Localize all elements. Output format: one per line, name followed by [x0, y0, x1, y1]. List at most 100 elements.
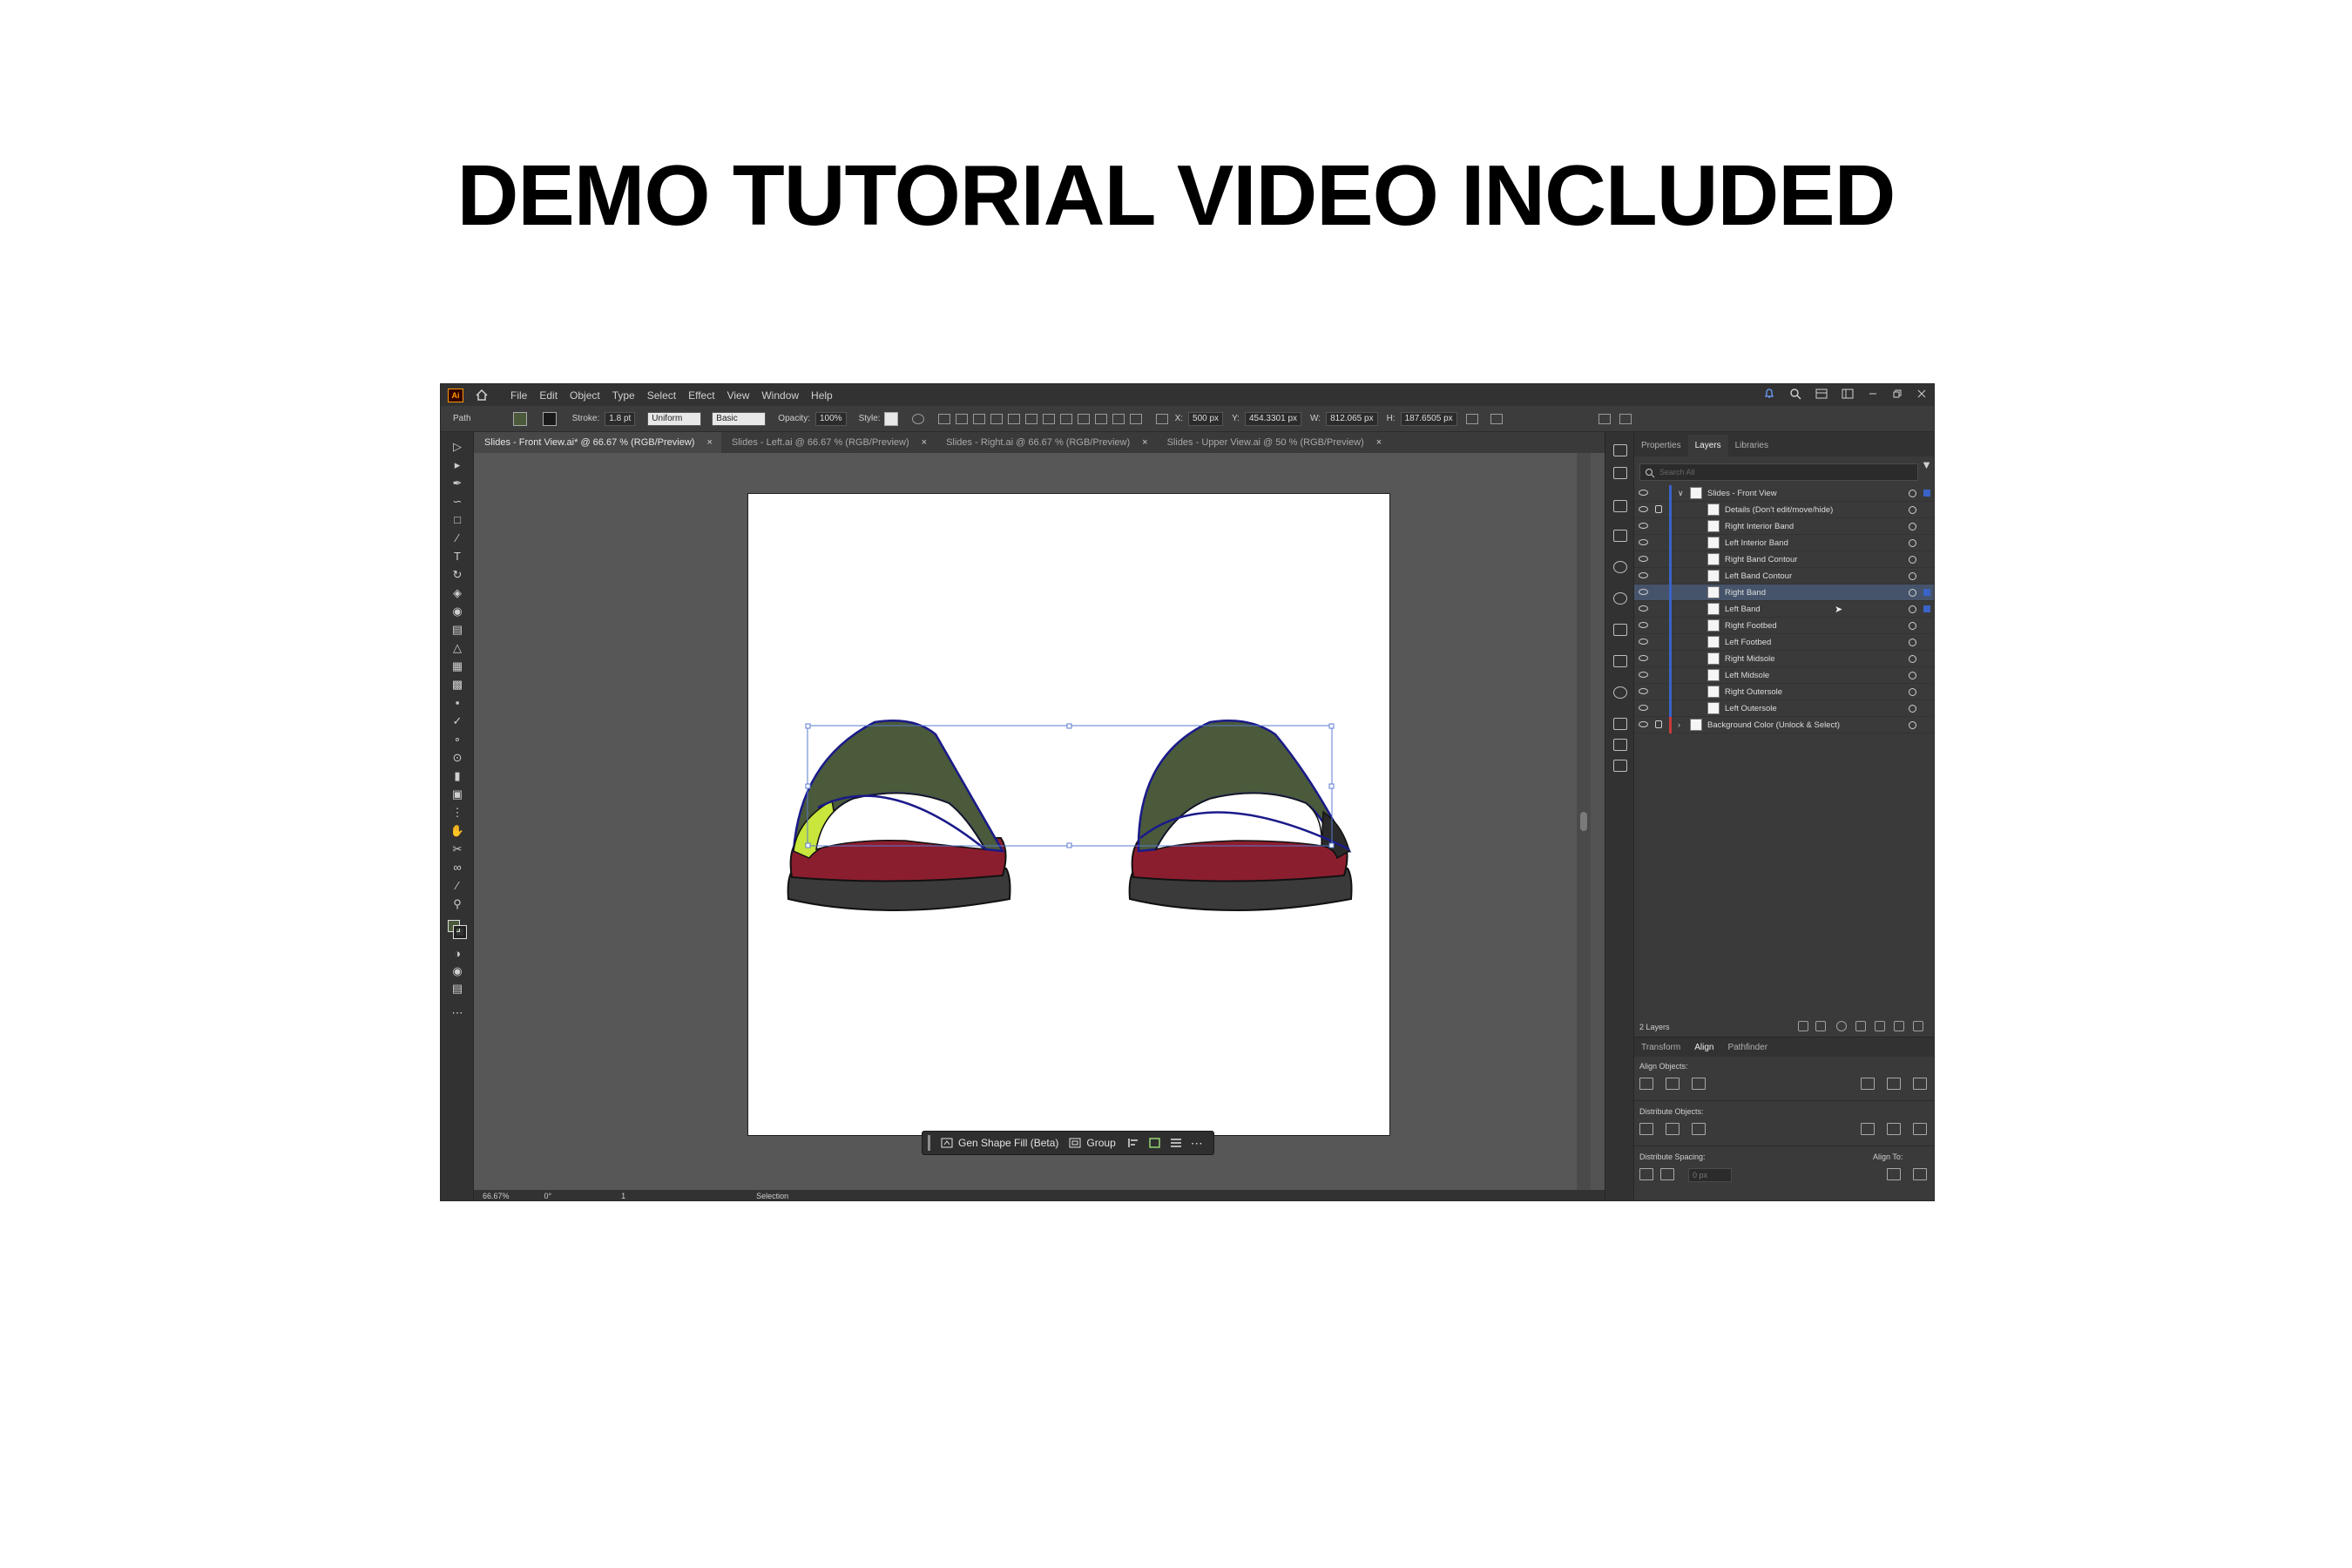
tab-right[interactable]: Slides - Right.ai @ 66.67 % (RGB/Preview… — [936, 432, 1157, 453]
new-layer-icon[interactable] — [1894, 1021, 1904, 1031]
layer-row[interactable]: Right Interior Band — [1634, 518, 1934, 535]
lock-icon[interactable] — [1655, 505, 1662, 513]
menu-select[interactable]: Select — [647, 389, 676, 402]
type-tool-icon[interactable]: T — [449, 551, 465, 563]
stroke-weight-input[interactable]: 1.8 pt — [605, 411, 636, 426]
tab-libraries[interactable]: Libraries — [1728, 441, 1775, 456]
mesh-tool-icon[interactable]: ▩ — [449, 679, 465, 691]
spacing-input[interactable]: 0 px — [1688, 1168, 1732, 1182]
layer-row[interactable]: Right Midsole — [1634, 651, 1934, 667]
isolate-group-icon[interactable] — [1490, 413, 1503, 424]
arrange-icon[interactable] — [1598, 413, 1611, 424]
tab-pathfinder[interactable]: Pathfinder — [1720, 1043, 1774, 1052]
shape-builder-tool-icon[interactable]: △ — [449, 642, 465, 654]
selected-art-indicator[interactable] — [1923, 490, 1930, 497]
target-icon[interactable] — [1909, 721, 1916, 729]
knife-tool-icon[interactable]: ⁄ — [449, 880, 465, 892]
slides-artwork[interactable] — [748, 494, 1391, 1137]
links-panel-icon[interactable] — [1613, 718, 1627, 730]
filter-icon[interactable]: ▼ — [1921, 458, 1932, 471]
layer-row[interactable]: Left Band Contour — [1634, 568, 1934, 585]
paragraph-panel-icon[interactable] — [1613, 655, 1627, 667]
close-tab-icon[interactable]: × — [1376, 437, 1382, 448]
canvas-area[interactable]: Gen Shape Fill (Beta) Group ⋯ — [474, 453, 1591, 1190]
zoom-level[interactable]: 66.67% — [483, 1192, 510, 1200]
tab-properties[interactable]: Properties — [1634, 441, 1688, 456]
visibility-eye-icon[interactable] — [1639, 721, 1648, 727]
trash-icon[interactable] — [1913, 1021, 1923, 1031]
opentype-panel-icon[interactable] — [1613, 686, 1627, 699]
layer-row[interactable]: Left Interior Band — [1634, 535, 1934, 551]
layer-row[interactable]: Left Outersole — [1634, 700, 1934, 717]
lasso-tool-icon[interactable]: ∞ — [449, 862, 465, 874]
align-top-icon[interactable] — [990, 413, 1003, 424]
edit-toolbar-icon[interactable]: ⋯ — [449, 1007, 465, 1019]
visibility-eye-icon[interactable] — [1639, 539, 1648, 545]
target-icon[interactable] — [1909, 506, 1916, 514]
close-tab-icon[interactable]: × — [922, 437, 927, 448]
restore-icon[interactable] — [1892, 389, 1903, 399]
vertical-distribute-top-icon[interactable] — [1639, 1123, 1653, 1135]
visibility-eye-icon[interactable] — [1639, 506, 1648, 512]
transform-options-icon[interactable] — [1465, 413, 1478, 424]
w-input[interactable]: 812.065 px — [1326, 411, 1378, 426]
align-bottom-icon[interactable] — [1024, 413, 1037, 424]
target-icon[interactable] — [1909, 490, 1916, 497]
left-slide[interactable] — [787, 720, 1011, 912]
workspace-icon[interactable] — [1842, 389, 1854, 399]
stroke-swatch[interactable] — [542, 411, 557, 426]
warp-tool-icon[interactable]: ◉ — [449, 605, 465, 618]
visibility-eye-icon[interactable] — [1639, 605, 1648, 612]
tab-layers[interactable]: Layers — [1687, 435, 1728, 456]
menu-window[interactable]: Window — [761, 389, 799, 402]
menu-view[interactable]: View — [727, 389, 750, 402]
stroke-label[interactable]: Stroke: — [572, 414, 600, 423]
artboard[interactable] — [747, 493, 1390, 1136]
layer-row[interactable]: Left Midsole — [1634, 667, 1934, 684]
symbols-panel-icon[interactable] — [1613, 739, 1627, 751]
home-icon[interactable] — [474, 389, 490, 402]
slice-tool-icon[interactable]: ⋮ — [449, 807, 465, 819]
lock-icon[interactable] — [1655, 720, 1662, 728]
selected-art-indicator[interactable] — [1923, 605, 1930, 612]
target-icon[interactable] — [1909, 572, 1916, 580]
layer-row[interactable]: Right Outersole — [1634, 684, 1934, 700]
distribute-middle-icon[interactable] — [1059, 413, 1072, 424]
horizontal-distribute-left-icon[interactable] — [1861, 1123, 1875, 1135]
layer-row[interactable]: Details (Don't edit/move/hide) — [1634, 502, 1934, 518]
locate-object-icon[interactable] — [1836, 1021, 1847, 1031]
opacity-label[interactable]: Opacity: — [778, 414, 810, 423]
fill-swatch[interactable] — [512, 411, 527, 426]
blend-tool-icon[interactable]: ∘ — [449, 733, 465, 746]
layers-search[interactable]: Search All — [1639, 463, 1918, 481]
drawing-mode-icon[interactable]: ◉ — [449, 965, 465, 977]
layer-row[interactable]: › Background Color (Unlock & Select) — [1634, 717, 1934, 733]
horizontal-align-left-icon[interactable] — [1639, 1078, 1653, 1090]
right-slide[interactable] — [1128, 720, 1353, 912]
selected-art-indicator[interactable] — [1923, 589, 1930, 596]
tab-align[interactable]: Align — [1687, 1043, 1720, 1052]
target-icon[interactable] — [1909, 655, 1916, 663]
close-tab-icon[interactable]: × — [1142, 437, 1147, 448]
hand-tool-icon[interactable]: ✋ — [449, 825, 465, 837]
target-icon[interactable] — [1909, 605, 1916, 613]
layer-row[interactable]: Right Band Contour — [1634, 551, 1934, 568]
brush-definition[interactable]: Basic — [712, 411, 767, 426]
eraser-tool-icon[interactable]: ◈ — [449, 587, 465, 599]
navigator-panel-icon[interactable] — [1613, 760, 1627, 772]
bell-icon[interactable] — [1763, 388, 1775, 400]
distribute-bottom-icon[interactable] — [1077, 413, 1090, 424]
export-panel-icon[interactable] — [1613, 467, 1627, 479]
zoom-tool-icon[interactable]: ⚲ — [449, 898, 465, 910]
align-to-artboard-icon[interactable] — [1913, 1168, 1927, 1180]
layer-row[interactable]: ∨ Slides - Front View — [1634, 485, 1934, 502]
scroll-thumb[interactable] — [1580, 812, 1587, 831]
screen-mode-icon[interactable]: ▤ — [449, 983, 465, 995]
target-icon[interactable] — [1909, 688, 1916, 696]
vertical-align-top-icon[interactable] — [1861, 1078, 1875, 1090]
align-icon[interactable] — [1128, 1138, 1140, 1148]
group-button[interactable]: Group — [1069, 1137, 1116, 1149]
layer-row[interactable]: Left Footbed — [1634, 634, 1934, 651]
align-left-icon[interactable] — [937, 413, 950, 424]
visibility-eye-icon[interactable] — [1639, 572, 1648, 578]
